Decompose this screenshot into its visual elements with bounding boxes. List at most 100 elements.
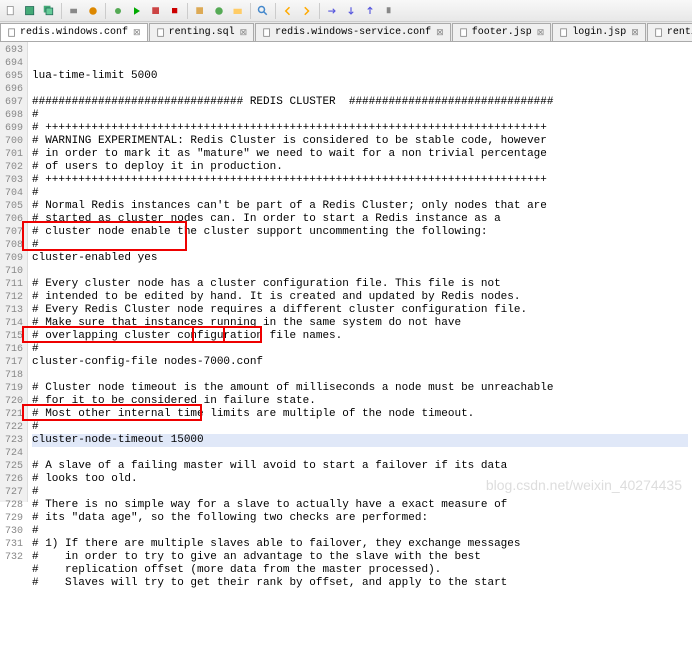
code-line[interactable]: # in order to mark it as "mature" we nee… bbox=[32, 148, 688, 161]
search-icon[interactable] bbox=[254, 2, 272, 20]
code-line[interactable]: # bbox=[32, 525, 688, 538]
code-line[interactable]: # started as cluster nodes can. In order… bbox=[32, 213, 688, 226]
tab-login-jsp[interactable]: login.jsp⊠ bbox=[552, 23, 646, 41]
line-number: 724 bbox=[0, 447, 23, 460]
tab-label: redis.windows.conf bbox=[20, 27, 128, 38]
print-icon[interactable] bbox=[65, 2, 83, 20]
nav-back-icon[interactable] bbox=[279, 2, 297, 20]
line-number: 723 bbox=[0, 434, 23, 447]
code-line[interactable]: # replication offset (more data from the… bbox=[32, 564, 688, 577]
code-line[interactable]: # ++++++++++++++++++++++++++++++++++++++… bbox=[32, 122, 688, 135]
tab-footer-jsp[interactable]: footer.jsp ⊠ bbox=[452, 23, 552, 41]
next-annotation-icon[interactable] bbox=[342, 2, 360, 20]
line-number: 730 bbox=[0, 525, 23, 538]
close-icon[interactable]: ⊠ bbox=[240, 28, 248, 38]
run-icon[interactable] bbox=[128, 2, 146, 20]
code-line[interactable]: # Make sure that instances running in th… bbox=[32, 317, 688, 330]
last-edit-icon[interactable] bbox=[323, 2, 341, 20]
editor-area: 6936946956966976986997007017027037047057… bbox=[0, 42, 692, 502]
close-icon[interactable]: ⊠ bbox=[133, 28, 141, 38]
code-line[interactable]: # for it to be considered in failure sta… bbox=[32, 395, 688, 408]
code-line[interactable] bbox=[32, 447, 688, 460]
code-line[interactable]: # Most other internal time limits are mu… bbox=[32, 408, 688, 421]
code-line[interactable]: lua-time-limit 5000 bbox=[32, 70, 688, 83]
pin-icon[interactable] bbox=[380, 2, 398, 20]
stop-icon[interactable] bbox=[166, 2, 184, 20]
tab-rentingInfo-jsp[interactable]: rentingInfo.jsp⊠ bbox=[647, 23, 692, 41]
new-class-icon[interactable] bbox=[210, 2, 228, 20]
code-line[interactable] bbox=[32, 369, 688, 382]
code-line[interactable]: # ++++++++++++++++++++++++++++++++++++++… bbox=[32, 174, 688, 187]
jsp-icon bbox=[654, 28, 664, 38]
file-icon bbox=[7, 28, 17, 38]
line-number: 696 bbox=[0, 83, 23, 96]
code-line[interactable]: # bbox=[32, 343, 688, 356]
code-line[interactable]: # Normal Redis instances can't be part o… bbox=[32, 200, 688, 213]
line-number: 713 bbox=[0, 304, 23, 317]
code-line[interactable]: # bbox=[32, 486, 688, 499]
code-line[interactable]: # in order to try to give an advantage t… bbox=[32, 551, 688, 564]
code-line[interactable]: # bbox=[32, 239, 688, 252]
tab-label: footer.jsp bbox=[472, 27, 532, 38]
line-number: 719 bbox=[0, 382, 23, 395]
line-number: 706 bbox=[0, 213, 23, 226]
line-number: 714 bbox=[0, 317, 23, 330]
line-number: 699 bbox=[0, 122, 23, 135]
tab-redis-windows-service-conf[interactable]: redis.windows-service.conf ⊠ bbox=[255, 23, 451, 41]
code-line[interactable]: ################################ REDIS C… bbox=[32, 96, 688, 109]
tab-redis-windows-conf[interactable]: redis.windows.conf ⊠ bbox=[0, 23, 148, 41]
code-line[interactable]: # its "data age", so the following two c… bbox=[32, 512, 688, 525]
line-number: 701 bbox=[0, 148, 23, 161]
tab-label: redis.windows-service.conf bbox=[275, 27, 431, 38]
editor-tabs: redis.windows.conf⊠renting.sql⊠redis.win… bbox=[0, 22, 692, 42]
code-line[interactable]: # 1) If there are multiple slaves able t… bbox=[32, 538, 688, 551]
ext-tools-icon[interactable] bbox=[147, 2, 165, 20]
code-line[interactable]: # Every Redis Cluster node requires a di… bbox=[32, 304, 688, 317]
jsp-icon bbox=[559, 28, 569, 38]
line-number: 702 bbox=[0, 161, 23, 174]
db-icon bbox=[156, 28, 166, 38]
code-line[interactable]: # bbox=[32, 421, 688, 434]
code-line[interactable]: # bbox=[32, 109, 688, 122]
tab-renting-sql[interactable]: renting.sql⊠ bbox=[149, 23, 255, 41]
code-line[interactable]: # There is no simple way for a slave to … bbox=[32, 499, 688, 512]
new-pkg-icon[interactable] bbox=[191, 2, 209, 20]
line-number: 698 bbox=[0, 109, 23, 122]
close-icon[interactable]: ⊠ bbox=[537, 28, 545, 38]
line-number: 717 bbox=[0, 356, 23, 369]
line-number: 697 bbox=[0, 96, 23, 109]
nav-fwd-icon[interactable] bbox=[298, 2, 316, 20]
close-icon[interactable]: ⊠ bbox=[436, 28, 444, 38]
code-line[interactable]: # cluster node enable the cluster suppor… bbox=[32, 226, 688, 239]
line-number: 732 bbox=[0, 551, 23, 564]
code-line[interactable]: cluster-enabled yes bbox=[32, 252, 688, 265]
debug-icon[interactable] bbox=[109, 2, 127, 20]
code-line[interactable]: # Cluster node timeout is the amount of … bbox=[32, 382, 688, 395]
line-number: 693 bbox=[0, 44, 23, 57]
code-line[interactable]: cluster-node-timeout 15000 bbox=[32, 434, 688, 447]
code-line[interactable]: # overlapping cluster configuration file… bbox=[32, 330, 688, 343]
code-content[interactable]: lua-time-limit 5000#####################… bbox=[28, 42, 692, 502]
code-line[interactable]: # WARNING EXPERIMENTAL: Redis Cluster is… bbox=[32, 135, 688, 148]
code-line[interactable]: # Every cluster node has a cluster confi… bbox=[32, 278, 688, 291]
code-line[interactable]: # of users to deploy it in production. bbox=[32, 161, 688, 174]
code-line[interactable]: cluster-config-file nodes-7000.conf bbox=[32, 356, 688, 369]
code-line[interactable] bbox=[32, 265, 688, 278]
prev-annotation-icon[interactable] bbox=[361, 2, 379, 20]
line-number: 728 bbox=[0, 499, 23, 512]
save-icon[interactable] bbox=[21, 2, 39, 20]
line-number: 731 bbox=[0, 538, 23, 551]
new-icon[interactable] bbox=[2, 2, 20, 20]
save-all-icon[interactable] bbox=[40, 2, 58, 20]
code-line[interactable]: # intended to be edited by hand. It is c… bbox=[32, 291, 688, 304]
code-line[interactable]: # looks too old. bbox=[32, 473, 688, 486]
code-line[interactable]: # Slaves will try to get their rank by o… bbox=[32, 577, 688, 590]
close-icon[interactable]: ⊠ bbox=[631, 28, 639, 38]
code-line[interactable] bbox=[32, 83, 688, 96]
build-icon[interactable] bbox=[84, 2, 102, 20]
code-line[interactable]: # A slave of a failing master will avoid… bbox=[32, 460, 688, 473]
line-number: 716 bbox=[0, 343, 23, 356]
new-folder-icon[interactable] bbox=[229, 2, 247, 20]
line-number: 708 bbox=[0, 239, 23, 252]
code-line[interactable]: # bbox=[32, 187, 688, 200]
